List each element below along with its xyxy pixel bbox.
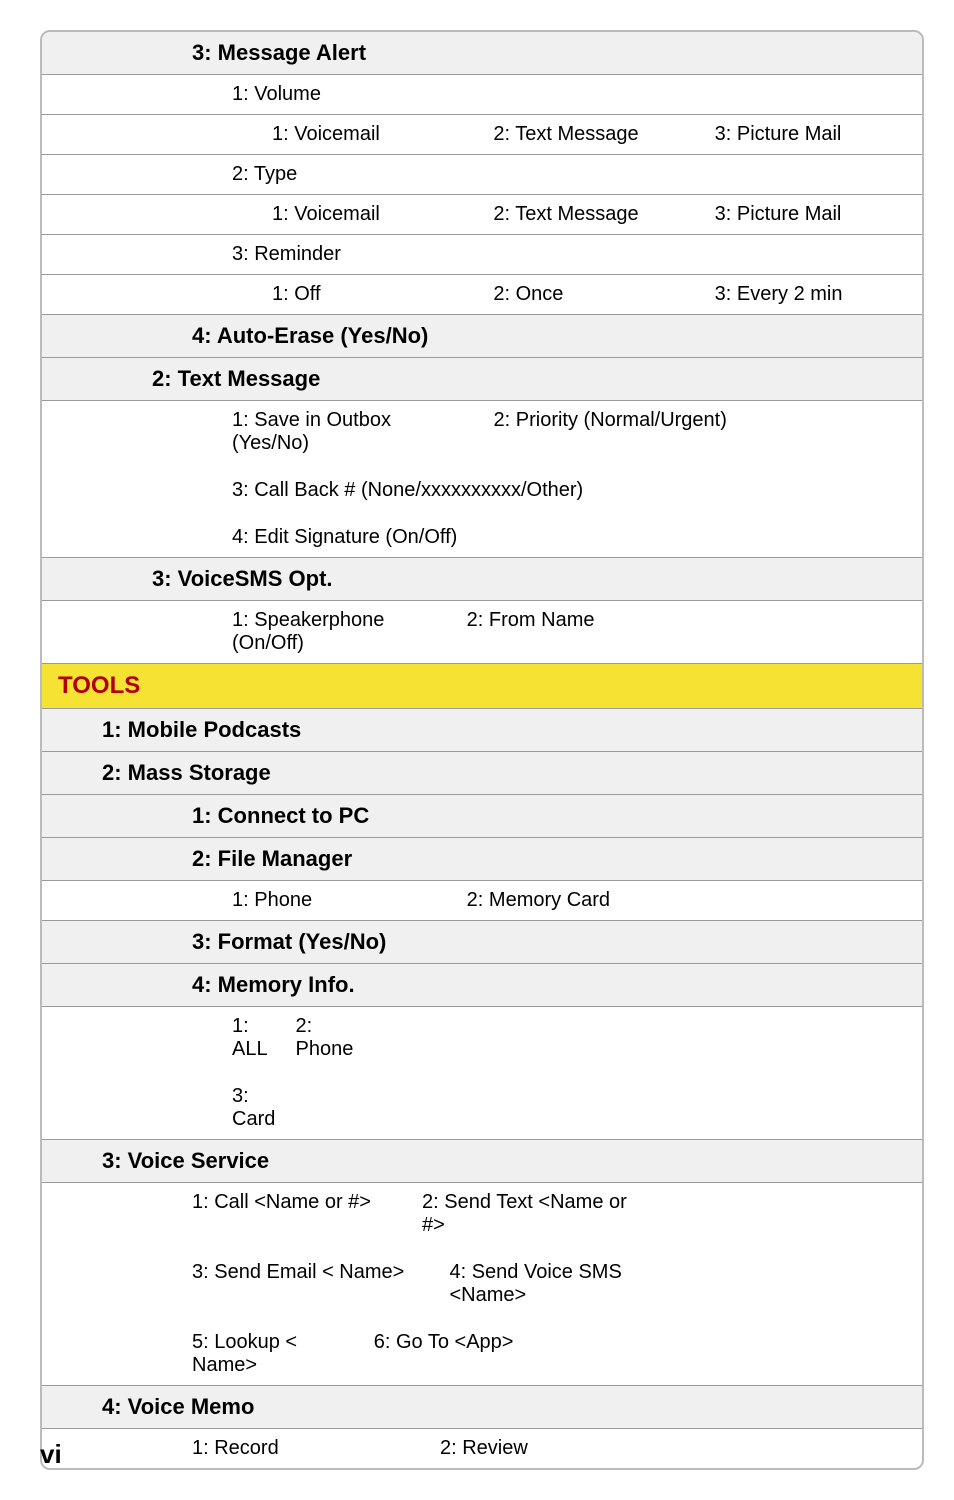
row-mass-storage: 2: Mass Storage <box>42 752 922 795</box>
row-file-manager: 2: File Manager <box>42 838 922 881</box>
header-tools: TOOLS <box>58 672 140 700</box>
row-voice-service-options: 1: Call <Name or #> 2: Send Text <Name o… <box>42 1183 922 1386</box>
label-reminder: 3: Reminder <box>232 243 341 266</box>
row-tools-header: TOOLS <box>42 664 922 709</box>
row-volume-options: 1: Voicemail 2: Text Message 3: Picture … <box>42 115 922 155</box>
opt-speakerphone: 1: Speakerphone (On/Off) <box>232 609 443 655</box>
header-mass-storage: 2: Mass Storage <box>102 760 271 786</box>
row-voice-memo: 4: Voice Memo <box>42 1386 922 1429</box>
row-message-alert: 3: Message Alert <box>42 32 922 75</box>
opt-send-voice-sms: 4: Send Voice SMS <Name> <box>449 1261 682 1307</box>
opt-call: 1: Call <Name or #> <box>192 1191 398 1237</box>
opt-off: 1: Off <box>272 283 469 306</box>
row-text-message: 2: Text Message <box>42 358 922 401</box>
row-format: 3: Format (Yes/No) <box>42 921 922 964</box>
label-volume: 1: Volume <box>232 83 321 106</box>
opt-save-outbox: 1: Save in Outbox (Yes/No) <box>232 409 470 455</box>
opt-send-text: 2: Send Text <Name or #> <box>422 1191 628 1237</box>
row-text-message-options: 1: Save in Outbox (Yes/No) 2: Priority (… <box>42 401 922 558</box>
header-mobile-podcasts: 1: Mobile Podcasts <box>102 717 301 743</box>
header-text-message: 2: Text Message <box>152 366 320 392</box>
opt-call-back: 3: Call Back # (None/xxxxxxxxxx/Other) <box>232 479 583 502</box>
opt-priority: 2: Priority (Normal/Urgent) <box>494 409 732 455</box>
row-reminder-header: 3: Reminder <box>42 235 922 275</box>
opt-voicemail: 1: Voicemail <box>272 123 469 146</box>
opt-go-to: 6: Go To <App> <box>374 1331 532 1377</box>
row-voicesms-opt: 3: VoiceSMS Opt. <box>42 558 922 601</box>
label-format: 3: Format (Yes/No) <box>192 929 386 955</box>
row-connect-pc: 1: Connect to PC <box>42 795 922 838</box>
header-message-alert: 3: Message Alert <box>192 40 366 66</box>
page-number: vi <box>40 1439 62 1470</box>
opt-edit-signature: 4: Edit Signature (On/Off) <box>232 526 457 549</box>
row-voice-memo-options: 1: Record 2: Review <box>42 1429 922 1468</box>
opt-every-2-min: 3: Every 2 min <box>715 283 912 306</box>
opt-picture-mail: 3: Picture Mail <box>715 203 912 226</box>
opt-review: 2: Review <box>440 1437 664 1460</box>
label-file-manager: 2: File Manager <box>192 846 352 872</box>
opt-memory-card: 2: Memory Card <box>467 889 678 912</box>
row-mobile-podcasts: 1: Mobile Podcasts <box>42 709 922 752</box>
opt-from-name: 2: From Name <box>467 609 678 632</box>
row-file-manager-options: 1: Phone 2: Memory Card <box>42 881 922 921</box>
row-voicesms-options: 1: Speakerphone (On/Off) 2: From Name <box>42 601 922 664</box>
label-connect-pc: 1: Connect to PC <box>192 803 369 829</box>
label-auto-erase: 4: Auto-Erase (Yes/No) <box>192 323 428 349</box>
opt-phone: 1: Phone <box>232 889 443 912</box>
row-type-options: 1: Voicemail 2: Text Message 3: Picture … <box>42 195 922 235</box>
row-volume-header: 1: Volume <box>42 75 922 115</box>
row-voice-service: 3: Voice Service <box>42 1140 922 1183</box>
menu-table: 3: Message Alert 1: Volume 1: Voicemail … <box>40 30 924 1470</box>
opt-voicemail: 1: Voicemail <box>272 203 469 226</box>
row-type-header: 2: Type <box>42 155 922 195</box>
header-voice-memo: 4: Voice Memo <box>102 1394 254 1420</box>
opt-record: 1: Record <box>192 1437 416 1460</box>
row-auto-erase: 4: Auto-Erase (Yes/No) <box>42 315 922 358</box>
row-memory-info: 4: Memory Info. <box>42 964 922 1007</box>
opt-card: 3: Card <box>232 1085 275 1131</box>
opt-picture-mail: 3: Picture Mail <box>715 123 912 146</box>
opt-text-message: 2: Text Message <box>493 203 690 226</box>
opt-lookup: 5: Lookup < Name> <box>192 1331 350 1377</box>
label-type: 2: Type <box>232 163 297 186</box>
header-voicesms-opt: 3: VoiceSMS Opt. <box>152 566 333 592</box>
row-memory-info-options: 1: ALL 2: Phone 3: Card <box>42 1007 922 1140</box>
opt-all: 1: ALL <box>232 1015 271 1061</box>
opt-text-message: 2: Text Message <box>493 123 690 146</box>
row-reminder-options: 1: Off 2: Once 3: Every 2 min <box>42 275 922 315</box>
opt-phone: 2: Phone <box>295 1015 353 1061</box>
opt-send-email: 3: Send Email < Name> <box>192 1261 425 1307</box>
header-voice-service: 3: Voice Service <box>102 1148 269 1174</box>
label-memory-info: 4: Memory Info. <box>192 972 355 998</box>
opt-once: 2: Once <box>493 283 690 306</box>
